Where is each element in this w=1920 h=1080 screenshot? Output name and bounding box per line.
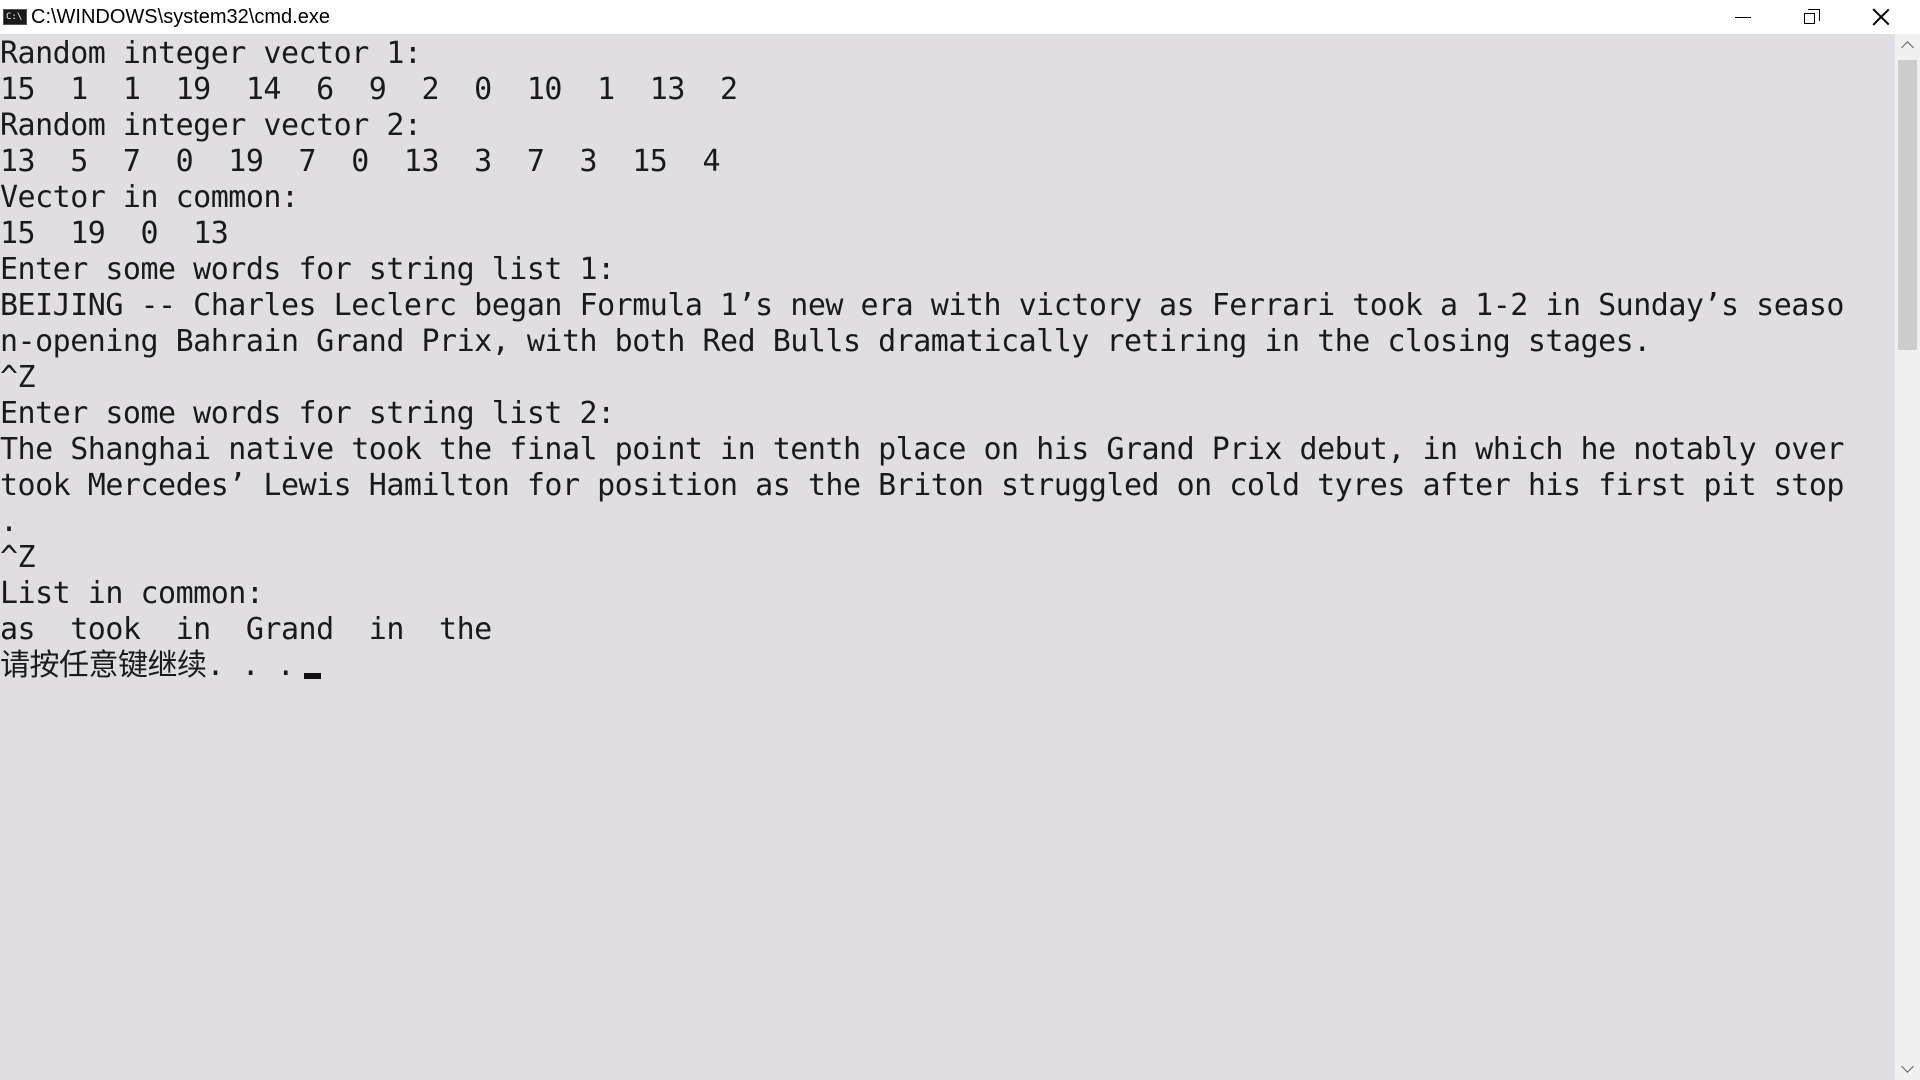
console-line: List in common: [0,576,264,611]
console-line: Enter some words for string list 1: [0,252,615,287]
scroll-down-arrow-icon [1901,1060,1914,1073]
scroll-up-button[interactable] [1895,34,1920,56]
console-line: Vector in common: [0,180,299,215]
console-line: as took in Grand in the [0,612,492,647]
cmd-icon: C:\ [3,9,27,25]
console-line: ^Z [0,540,36,575]
console-text: Random integer vector 1: 15 1 1 19 14 6 … [0,36,1844,684]
text-cursor [304,673,322,679]
close-button[interactable] [1848,0,1914,34]
console-line: ^Z [0,360,36,395]
console-output[interactable]: Random integer vector 1: 15 1 1 19 14 6 … [0,34,1895,1080]
console-line: BEIJING -- Charles Leclerc began Formula… [0,288,1844,323]
continue-prompt: 请按任意键继续. . . [0,648,295,683]
window-title: C:\WINDOWS\system32\cmd.exe [31,6,330,28]
prompt-line: 请按任意键继续. . . [0,648,1844,684]
console-line: Random integer vector 1: [0,36,422,71]
console-line: The Shanghai native took the final point… [0,432,1844,467]
scroll-thumb[interactable] [1898,60,1917,350]
console-line: n-opening Bahrain Grand Prix, with both … [0,324,1651,359]
cmd-window: C:\ C:\WINDOWS\system32\cmd.exe Random i… [0,0,1920,1080]
scroll-down-button[interactable] [1895,1058,1920,1080]
console-line: Random integer vector 2: [0,108,422,143]
console-line: Enter some words for string list 2: [0,396,615,431]
console-line: 13 5 7 0 19 7 0 13 3 7 3 15 4 [0,144,721,179]
close-icon [1872,8,1890,26]
console-line: . [0,504,18,539]
console-line: 15 1 1 19 14 6 9 2 0 10 1 13 2 [0,72,738,107]
minimize-button[interactable] [1710,0,1776,34]
title-bar[interactable]: C:\ C:\WINDOWS\system32\cmd.exe [0,0,1920,34]
vertical-scrollbar[interactable] [1895,34,1920,1080]
minimize-icon [1735,16,1751,18]
restore-button[interactable] [1779,0,1845,34]
console-line: took Mercedes’ Lewis Hamilton for positi… [0,468,1844,503]
console-line: 15 19 0 13 [0,216,229,251]
restore-icon [1804,9,1820,25]
scroll-up-arrow-icon [1901,41,1914,54]
